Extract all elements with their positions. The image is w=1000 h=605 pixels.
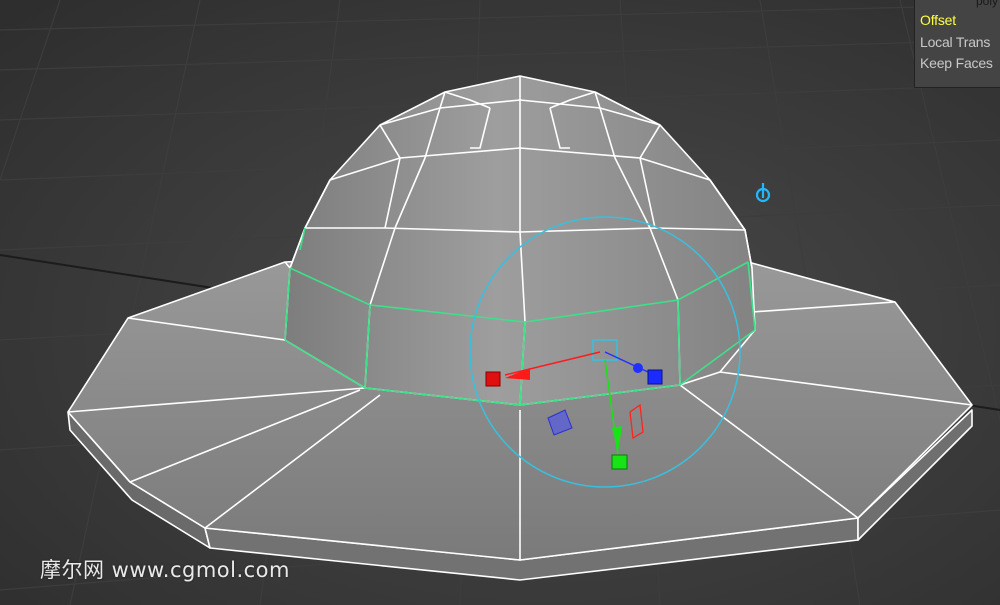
watermark-text: 摩尔网 www.cgmol.com [40, 558, 290, 582]
x-axis-handle [485, 371, 501, 387]
viewport-3d[interactable] [0, 0, 1000, 605]
channel-item-offset[interactable]: Offset [920, 12, 956, 28]
channel-item-keep-faces[interactable]: Keep Faces [920, 55, 993, 71]
z-axis-handle [647, 369, 663, 385]
channel-item-local-trans[interactable]: Local Trans [920, 34, 990, 50]
y-axis-handle [611, 454, 628, 470]
channel-box-title: poly [975, 0, 998, 8]
z-axis-knob [633, 363, 643, 373]
channel-box-panel: poly Offset Local Trans Keep Faces [914, 0, 1000, 88]
